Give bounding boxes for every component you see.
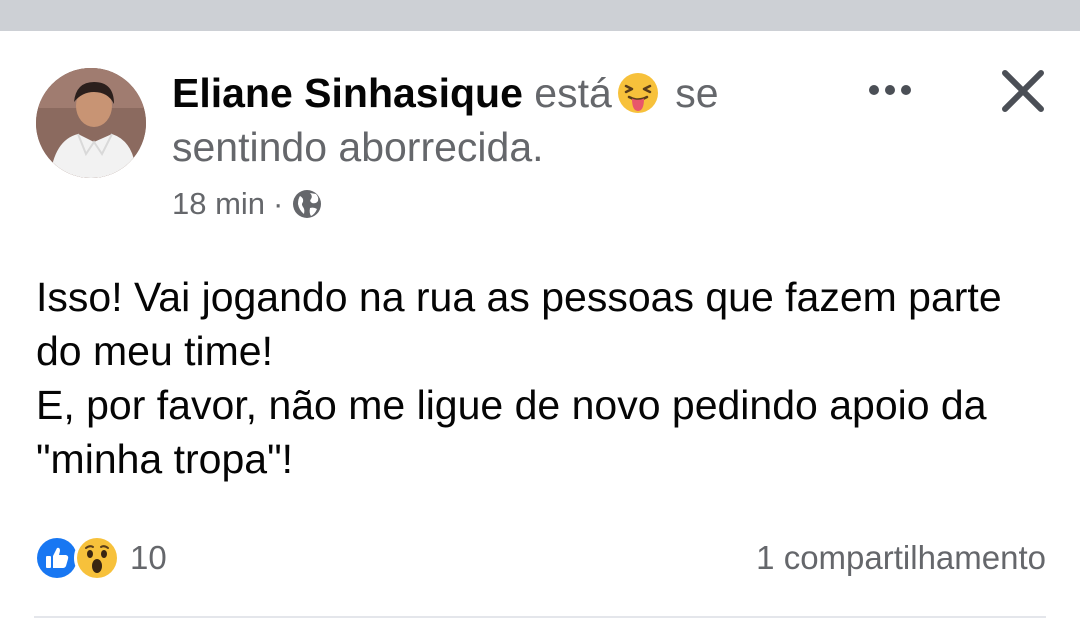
more-options-button[interactable] bbox=[862, 70, 918, 110]
wow-reaction-icon bbox=[74, 535, 120, 581]
divider bbox=[34, 616, 1046, 618]
close-icon bbox=[1002, 70, 1044, 112]
close-button[interactable] bbox=[996, 64, 1050, 118]
post-header: Eliane Sinhasique está se sentindo aborr… bbox=[172, 66, 822, 174]
top-band bbox=[0, 0, 1080, 31]
post-text-line: E, por favor, não me ligue de novo pedin… bbox=[36, 382, 987, 482]
feeling-prefix: está bbox=[534, 70, 612, 116]
reaction-count: 10 bbox=[130, 539, 167, 576]
post-text-line: Isso! Vai jogando na rua as pessoas que … bbox=[36, 274, 1002, 374]
reactions-summary[interactable]: 10 bbox=[34, 534, 167, 582]
globe-icon[interactable] bbox=[291, 188, 323, 220]
avatar[interactable] bbox=[36, 68, 146, 178]
squinting-tongue-emoji-icon bbox=[616, 71, 660, 115]
author-name[interactable]: Eliane Sinhasique bbox=[172, 70, 523, 116]
post-time[interactable]: 18 min bbox=[172, 184, 265, 224]
meta-separator: · bbox=[273, 186, 284, 221]
shares-count[interactable]: 1 compartilhamento bbox=[756, 536, 1046, 580]
post-meta: 18 min · bbox=[172, 184, 323, 224]
more-dots-icon bbox=[869, 85, 911, 95]
post-body: Isso! Vai jogando na rua as pessoas que … bbox=[36, 270, 1046, 486]
